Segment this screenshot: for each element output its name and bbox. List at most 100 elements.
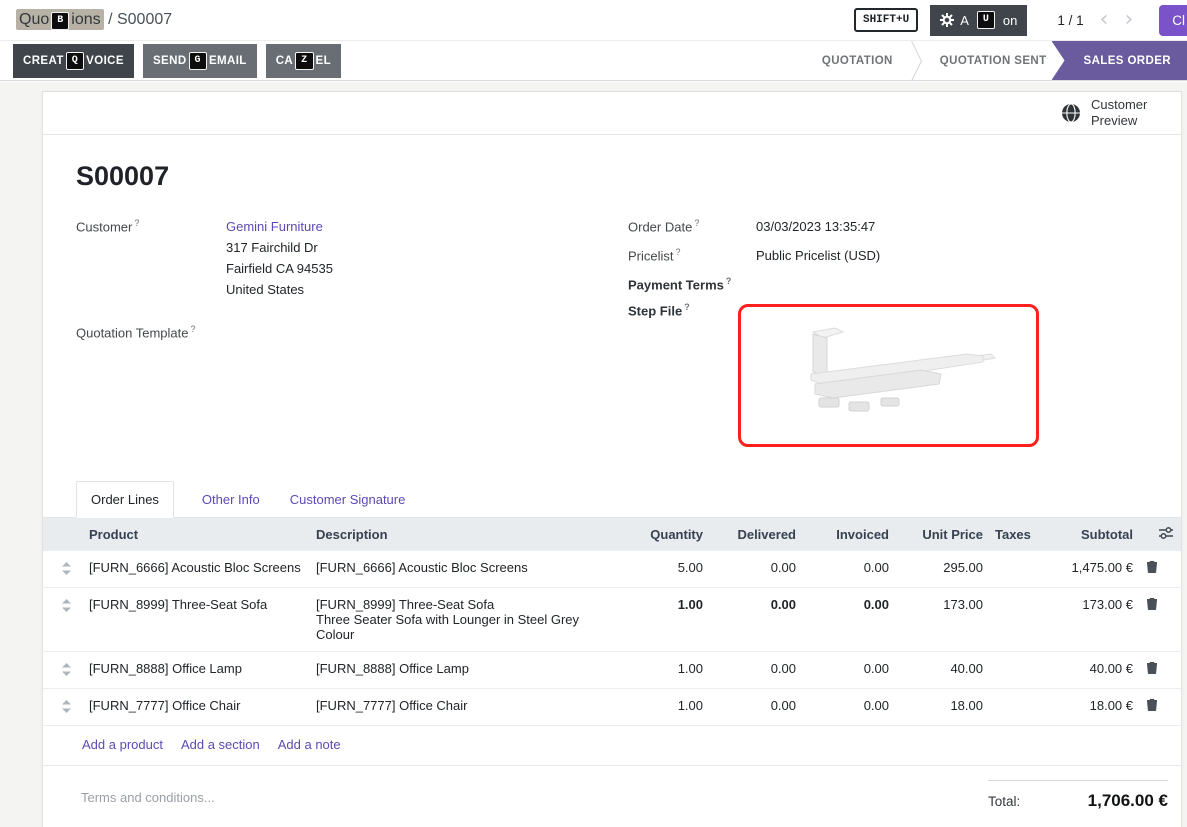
close-button[interactable]: Cl (1159, 5, 1187, 36)
odoo-sales-order-window: QuoBions / S00007 SHIFT+U AUon 1 / 1 ‹ ›… (0, 0, 1187, 827)
customer-help-icon: ? (134, 218, 139, 228)
cell-product[interactable]: [FURN_8999] Three-Seat Sofa (89, 588, 316, 652)
cell-taxes[interactable] (989, 652, 1039, 689)
tab-other-info[interactable]: Other Info (200, 482, 262, 517)
cell-quantity[interactable]: 1.00 (614, 689, 709, 726)
cell-quantity[interactable]: 1.00 (614, 652, 709, 689)
cell-description[interactable]: [FURN_7777] Office Chair (316, 689, 614, 726)
cell-product[interactable]: [FURN_6666] Acoustic Bloc Screens (89, 551, 316, 588)
cell-subtotal: 173.00 € (1039, 588, 1139, 652)
table-header-row: Product Description Quantity Delivered I… (43, 518, 1181, 551)
shortcut-overlay-badge: SHIFT+U (854, 8, 918, 32)
row-drag-handle[interactable] (43, 551, 89, 588)
customer-link[interactable]: Gemini Furniture (226, 219, 323, 234)
cell-description[interactable]: [FURN_6666] Acoustic Bloc Screens (316, 551, 614, 588)
delete-row-button[interactable] (1139, 588, 1165, 652)
pricelist-help-icon: ? (676, 247, 681, 257)
customer-label: Customer? (76, 216, 226, 300)
cell-unit-price[interactable]: 295.00 (895, 551, 989, 588)
cell-invoiced[interactable]: 0.00 (802, 652, 895, 689)
delete-row-button[interactable] (1139, 652, 1165, 689)
cell-taxes[interactable] (989, 588, 1039, 652)
cell-delivered[interactable]: 0.00 (709, 689, 802, 726)
cell-quantity[interactable]: 5.00 (614, 551, 709, 588)
cell-invoiced[interactable]: 0.00 (802, 551, 895, 588)
tab-customer-signature[interactable]: Customer Signature (288, 482, 408, 517)
cell-taxes[interactable] (989, 551, 1039, 588)
cell-invoiced[interactable]: 0.00 (802, 689, 895, 726)
record-pager: 1 / 1 ‹ › (1051, 9, 1139, 31)
pager-previous-button[interactable]: ‹ (1094, 9, 1115, 31)
stage-quotation[interactable]: QUOTATION (804, 41, 911, 80)
cell-description[interactable]: [FURN_8888] Office Lamp (316, 652, 614, 689)
cell-invoiced[interactable]: 0.00 (802, 588, 895, 652)
step-file-3d-preview-image (769, 316, 1009, 436)
top-bar: QuoBions / S00007 SHIFT+U AUon 1 / 1 ‹ ›… (0, 0, 1187, 41)
cell-unit-price[interactable]: 18.00 (895, 689, 989, 726)
create-invoice-button[interactable]: CREATQVOICE (13, 44, 134, 78)
sheet-lower-area: Terms and conditions... Total: 1,706.00 … (43, 766, 1181, 827)
status-bar: QUOTATION QUOTATION SENT SALES ORDER (804, 41, 1187, 80)
customer-preview-button[interactable]: Customer Preview (1061, 97, 1155, 130)
add-section-link[interactable]: Add a section (181, 737, 260, 752)
cancel-hotkey-badge: Z (295, 52, 313, 70)
pager-count: 1 / 1 (1051, 13, 1089, 28)
send-email-label-pre: SEND (153, 55, 187, 67)
stage-sales-order[interactable]: SALES ORDER (1052, 41, 1187, 80)
column-header-product: Product (89, 518, 316, 551)
payment-terms-label: Payment Terms? (628, 274, 756, 292)
action-label-pre: A (960, 13, 969, 28)
cell-product[interactable]: [FURN_7777] Office Chair (89, 689, 316, 726)
row-drag-handle[interactable] (43, 689, 89, 726)
step-file-image[interactable] (738, 304, 1039, 447)
cell-subtotal: 40.00 € (1039, 652, 1139, 689)
action-label-post: on (1003, 13, 1017, 28)
create-invoice-hotkey-badge: Q (66, 52, 84, 70)
cell-taxes[interactable] (989, 689, 1039, 726)
action-menu-button[interactable]: AUon (930, 5, 1027, 36)
quotation-template-label: Quotation Template? (76, 322, 226, 340)
order-line-row: [FURN_8888] Office Lamp [FURN_8888] Offi… (43, 652, 1181, 689)
breadcrumb-quotations-post: ions (71, 11, 100, 28)
pricelist-value[interactable]: Public Pricelist (USD) (756, 245, 880, 266)
field-grid: Customer? Gemini Furniture 317 Fairchild… (76, 216, 1148, 455)
order-date-value[interactable]: 03/03/2023 13:35:47 (756, 216, 875, 237)
optional-columns-button[interactable] (1139, 518, 1181, 551)
notebook-tabs: Order Lines Other Info Customer Signatur… (43, 481, 1181, 518)
step-file-label: Step File? (628, 300, 756, 447)
cell-description[interactable]: [FURN_8999] Three-Seat Sofa Three Seater… (316, 588, 614, 652)
breadcrumb-quotations-link[interactable]: QuoBions (16, 9, 104, 30)
send-email-hotkey-badge: G (189, 52, 207, 70)
cell-subtotal: 1,475.00 € (1039, 551, 1139, 588)
send-email-button[interactable]: SENDGEMAIL (143, 44, 257, 78)
cell-product[interactable]: [FURN_8888] Office Lamp (89, 652, 316, 689)
delete-row-button[interactable] (1139, 551, 1165, 588)
description-line-1: [FURN_8999] Three-Seat Sofa (316, 597, 608, 612)
tab-order-lines[interactable]: Order Lines (76, 481, 174, 518)
row-drag-handle[interactable] (43, 652, 89, 689)
cell-delivered[interactable]: 0.00 (709, 652, 802, 689)
add-note-link[interactable]: Add a note (278, 737, 341, 752)
cell-quantity[interactable]: 1.00 (614, 588, 709, 652)
cell-subtotal: 18.00 € (1039, 689, 1139, 726)
field-payment-terms: Payment Terms? (628, 274, 1148, 292)
cancel-label-pre: CA (276, 55, 293, 67)
row-drag-handle[interactable] (43, 588, 89, 652)
breadcrumb-separator: / (108, 11, 112, 28)
cell-unit-price[interactable]: 173.00 (895, 588, 989, 652)
cell-unit-price[interactable]: 40.00 (895, 652, 989, 689)
add-product-link[interactable]: Add a product (82, 737, 163, 752)
delete-row-button[interactable] (1139, 689, 1165, 726)
terms-and-conditions-input[interactable]: Terms and conditions... (81, 780, 215, 805)
cancel-button[interactable]: CAZEL (266, 44, 341, 78)
breadcrumb-hotkey-badge: B (51, 12, 69, 30)
field-group-right: Order Date? 03/03/2023 13:35:47 Pricelis… (628, 216, 1148, 455)
cell-delivered[interactable]: 0.00 (709, 551, 802, 588)
control-panel: CREATQVOICE SENDGEMAIL CAZEL QUOTATION Q… (0, 41, 1187, 81)
top-bar-actions: SHIFT+U AUon 1 / 1 ‹ › Cl (854, 0, 1187, 40)
cell-delivered[interactable]: 0.00 (709, 588, 802, 652)
stage-quotation-sent[interactable]: QUOTATION SENT (922, 41, 1065, 80)
pager-next-button[interactable]: › (1118, 9, 1139, 31)
order-line-row: [FURN_8999] Three-Seat Sofa [FURN_8999] … (43, 588, 1181, 652)
customer-preview-label: Customer Preview (1091, 97, 1155, 130)
